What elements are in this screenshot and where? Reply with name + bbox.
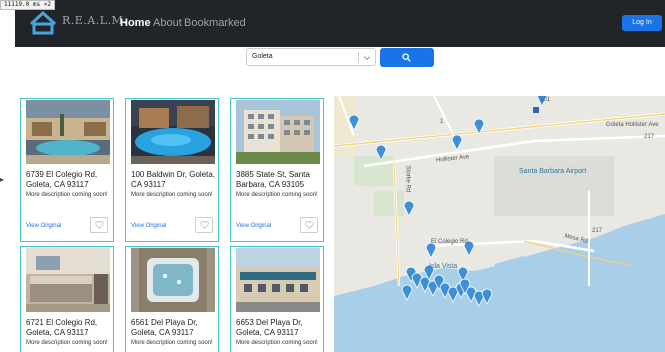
bookmark-button[interactable] bbox=[300, 217, 318, 233]
map-label-storke: Storke Rd bbox=[404, 165, 411, 193]
listing-photo[interactable] bbox=[236, 248, 320, 312]
listings-map[interactable]: Hollister Ave Storke Rd Santa Barbara Ai… bbox=[334, 96, 665, 352]
chevron-down-icon[interactable] bbox=[363, 54, 371, 62]
listing-photo[interactable] bbox=[131, 100, 215, 164]
listing-description: More description coming soon! bbox=[26, 192, 108, 198]
login-button[interactable]: Log In bbox=[622, 15, 662, 31]
heart-icon bbox=[200, 221, 209, 229]
view-original-link[interactable]: View Original bbox=[131, 223, 166, 229]
map-label-route-101: 101 bbox=[540, 97, 551, 103]
listing-photo[interactable] bbox=[26, 100, 110, 164]
listing-description: More description coming soon! bbox=[131, 340, 213, 346]
bookmark-button[interactable] bbox=[195, 217, 213, 233]
listing-address: 3885 State St, Santa Barbara, CA 93105 bbox=[236, 170, 310, 189]
heart-icon bbox=[95, 221, 104, 229]
listing-address: 6739 El Colegio Rd, Goleta, CA 93117 bbox=[26, 170, 98, 189]
performance-badge: 11119.0 ms ×2 bbox=[0, 0, 55, 10]
listing-description: More description coming soon! bbox=[131, 192, 213, 198]
listing-card[interactable]: 6739 El Colegio Rd, Goleta, CA 93117 Mor… bbox=[20, 98, 114, 242]
heart-icon bbox=[305, 221, 314, 229]
nav-bookmarked[interactable]: Bookmarked bbox=[184, 17, 246, 29]
map-label-route-217: 217 bbox=[592, 228, 603, 234]
listing-photo[interactable] bbox=[26, 248, 110, 312]
listing-description: More description coming soon! bbox=[236, 340, 318, 346]
listing-photo[interactable] bbox=[131, 248, 215, 312]
map-label-route-217: 217 bbox=[644, 134, 655, 140]
listing-card[interactable]: 6561 Del Playa Dr, Goleta, CA 93117 More… bbox=[125, 246, 219, 352]
nav-about[interactable]: About bbox=[153, 17, 182, 29]
location-select-value: Goleta bbox=[252, 53, 273, 60]
listing-card[interactable]: 100 Baldwin Dr, Goleta, CA 93117 More de… bbox=[125, 98, 219, 242]
view-original-link[interactable]: View Original bbox=[26, 223, 61, 229]
map-label-route-1: 1 bbox=[440, 119, 444, 125]
listing-address: 6653 Del Playa Dr, Goleta, CA 93117 bbox=[236, 318, 303, 337]
bookmark-button[interactable] bbox=[90, 217, 108, 233]
map-label-isla-vista: Isla Vista bbox=[429, 263, 458, 270]
search-icon bbox=[402, 53, 411, 62]
map-label-airport: Santa Barbara Airport bbox=[519, 168, 587, 175]
panel-toggle-arrow-icon[interactable]: ▸ bbox=[0, 175, 4, 184]
app-root: 11119.0 ms ×2 R.E.A.L.M. Home About Book… bbox=[0, 0, 665, 352]
map-label-el-colegio: El Colegio Rd bbox=[431, 239, 468, 245]
view-original-link[interactable]: View Original bbox=[236, 223, 271, 229]
navbar: R.E.A.L.M. Home About Bookmarked Log In bbox=[15, 0, 665, 47]
location-select[interactable]: Goleta bbox=[246, 48, 376, 66]
listing-cards: 6739 El Colegio Rd, Goleta, CA 93117 Mor… bbox=[0, 96, 334, 352]
brand-name[interactable]: R.E.A.L.M. bbox=[62, 14, 127, 27]
realm-logo-icon[interactable] bbox=[29, 11, 57, 35]
map-label-goleta-hollister: Goleta Hollister Ave bbox=[606, 122, 659, 128]
listing-address: 6721 El Colegio Rd, Goleta, CA 93117 bbox=[26, 318, 98, 337]
nav-home[interactable]: Home bbox=[120, 17, 151, 29]
listing-address: 6561 Del Playa Dr, Goleta, CA 93117 bbox=[131, 318, 198, 337]
search-button[interactable] bbox=[380, 48, 434, 67]
listing-photo[interactable] bbox=[236, 100, 320, 164]
map-canvas[interactable] bbox=[334, 96, 665, 352]
listing-description: More description coming soon! bbox=[236, 192, 318, 198]
select-divider bbox=[358, 52, 359, 63]
listing-card[interactable]: 3885 State St, Santa Barbara, CA 93105 M… bbox=[230, 98, 324, 242]
listing-description: More description coming soon! bbox=[26, 340, 108, 346]
listing-card[interactable]: 6721 El Colegio Rd, Goleta, CA 93117 Mor… bbox=[20, 246, 114, 352]
listing-card[interactable]: 6653 Del Playa Dr, Goleta, CA 93117 More… bbox=[230, 246, 324, 352]
listing-address: 100 Baldwin Dr, Goleta, CA 93117 bbox=[131, 170, 216, 189]
